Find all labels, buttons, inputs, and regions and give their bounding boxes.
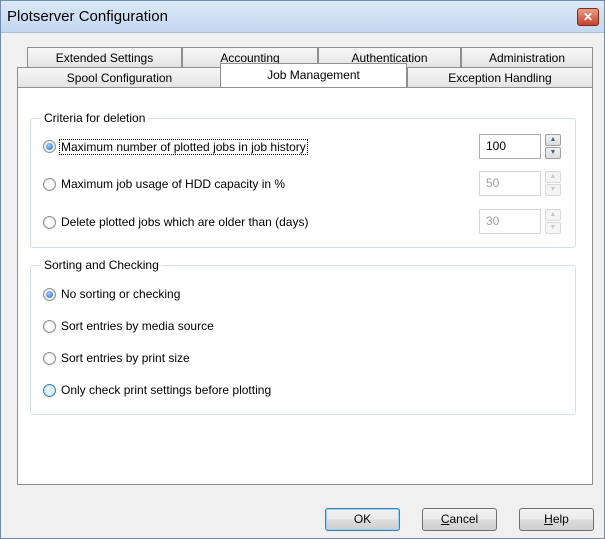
- config-window: Plotserver Configuration ✕ Extended Sett…: [0, 0, 605, 539]
- radio-no-sorting[interactable]: [43, 288, 56, 301]
- label-max-jobs[interactable]: Maximum number of plotted jobs in job hi…: [59, 139, 308, 155]
- older-than-spin-up-icon[interactable]: ▲: [545, 209, 561, 221]
- radio-sort-print-size[interactable]: [43, 352, 56, 365]
- help-button[interactable]: Help: [519, 508, 594, 531]
- help-button-label: elp: [552, 512, 569, 526]
- criteria-group-title: Criteria for deletion: [41, 111, 149, 125]
- older-than-input[interactable]: 30: [479, 209, 541, 234]
- help-button-mnemonic: H: [544, 512, 553, 526]
- sorting-group: Sorting and Checking No sorting or check…: [30, 258, 576, 415]
- tab-administration[interactable]: Administration: [461, 47, 593, 67]
- label-sort-print-size[interactable]: Sort entries by print size: [61, 351, 190, 365]
- tab-extended-settings[interactable]: Extended Settings: [27, 47, 182, 67]
- window-title: Plotserver Configuration: [7, 8, 168, 25]
- radio-older-than[interactable]: [43, 216, 56, 229]
- sorting-group-title: Sorting and Checking: [41, 258, 162, 272]
- cancel-button[interactable]: Cancel: [422, 508, 497, 531]
- title-bar[interactable]: Plotserver Configuration ✕: [1, 1, 604, 33]
- hdd-usage-spin-up-icon[interactable]: ▲: [545, 171, 561, 183]
- radio-hdd-usage[interactable]: [43, 178, 56, 191]
- job-management-panel: Criteria for deletion Maximum number of …: [17, 87, 593, 485]
- radio-check-print-settings[interactable]: [43, 384, 56, 397]
- label-hdd-usage[interactable]: Maximum job usage of HDD capacity in %: [61, 177, 285, 191]
- ok-button-label: OK: [353, 512, 372, 526]
- cancel-button-label: ancel: [449, 512, 479, 526]
- max-jobs-spin-down-icon[interactable]: ▼: [545, 147, 561, 159]
- criteria-group: Criteria for deletion Maximum number of …: [30, 111, 576, 248]
- ok-button[interactable]: OK: [325, 508, 400, 531]
- hdd-usage-input[interactable]: 50: [479, 171, 541, 196]
- tab-exception-handling[interactable]: Exception Handling: [407, 67, 593, 87]
- label-sort-media-source[interactable]: Sort entries by media source: [61, 319, 214, 333]
- label-older-than[interactable]: Delete plotted jobs which are older than…: [61, 215, 308, 229]
- older-than-spin-down-icon[interactable]: ▼: [545, 222, 561, 234]
- tab-spool-configuration[interactable]: Spool Configuration: [17, 67, 222, 87]
- max-jobs-input[interactable]: 100: [479, 134, 541, 159]
- max-jobs-spin-up-icon[interactable]: ▲: [545, 134, 561, 146]
- radio-sort-media-source[interactable]: [43, 320, 56, 333]
- label-no-sorting[interactable]: No sorting or checking: [61, 287, 180, 301]
- label-check-print-settings[interactable]: Only check print settings before plottin…: [61, 383, 271, 397]
- close-icon[interactable]: ✕: [577, 8, 599, 26]
- radio-max-jobs[interactable]: [43, 140, 56, 153]
- hdd-usage-spin-down-icon[interactable]: ▼: [545, 184, 561, 196]
- tab-job-management[interactable]: Job Management: [220, 63, 407, 87]
